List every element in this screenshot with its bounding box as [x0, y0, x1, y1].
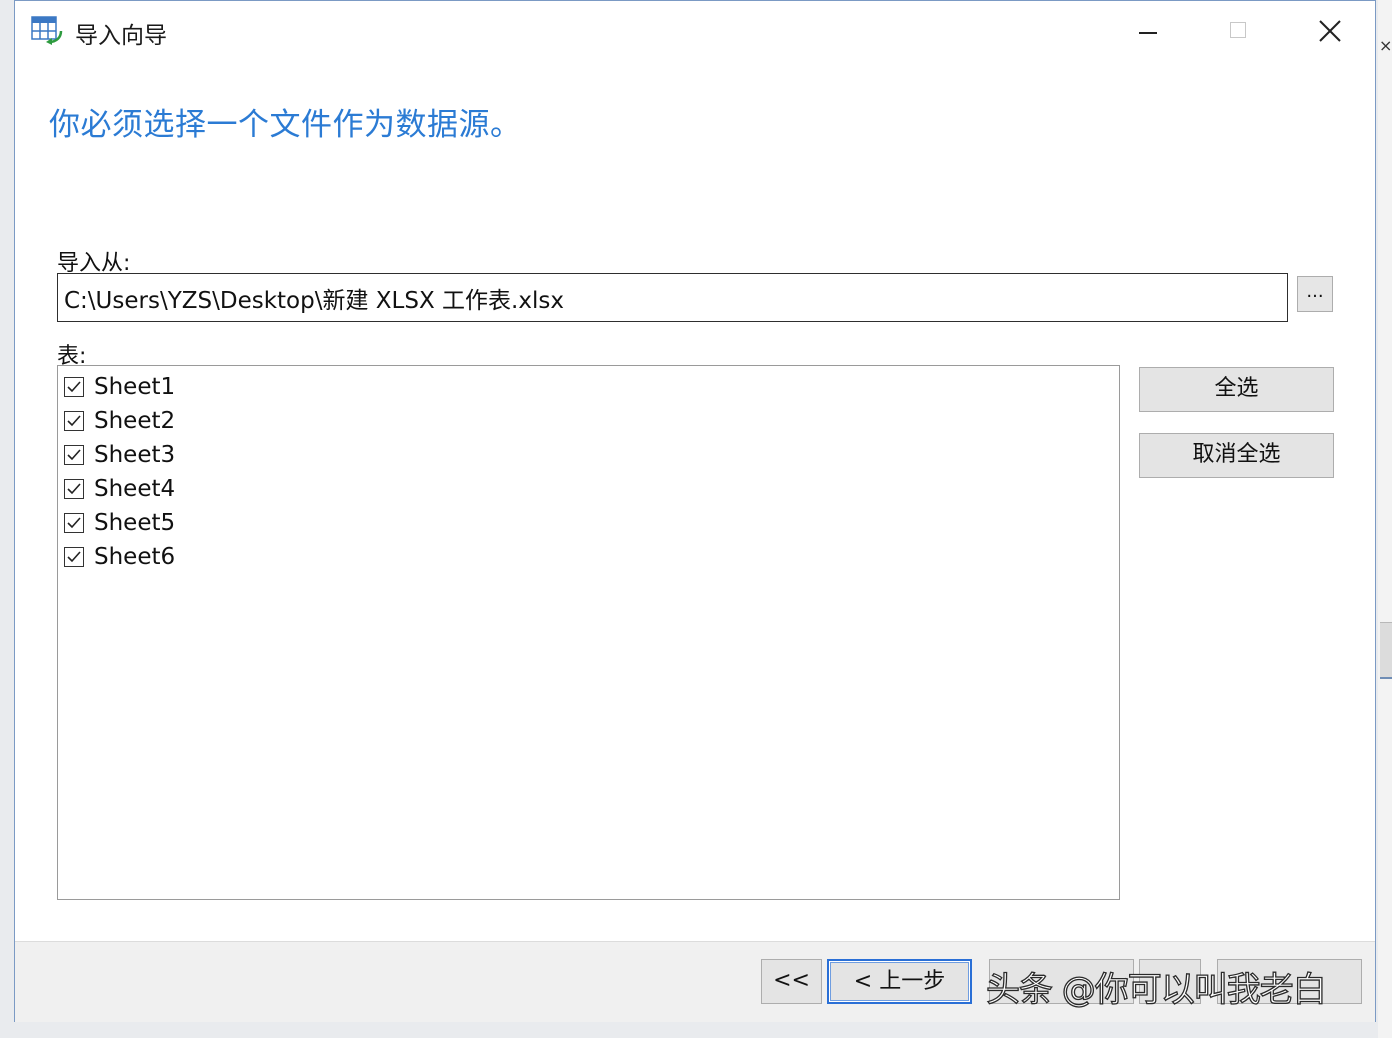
- file-path-input[interactable]: [57, 273, 1288, 322]
- minimize-button[interactable]: [1112, 9, 1184, 55]
- sheet-label: Sheet4: [94, 476, 176, 502]
- page-heading: 你必须选择一个文件作为数据源。: [49, 107, 522, 143]
- first-step-button[interactable]: <<: [761, 959, 822, 1004]
- sheet-item-4[interactable]: Sheet4: [64, 474, 175, 504]
- import-wizard-app-icon: [31, 16, 63, 45]
- sheet-list[interactable]: Sheet1 Sheet2 Sheet3 Sheet4 Sheet5 Sheet…: [57, 365, 1120, 900]
- background-window-edge: ×: [1378, 0, 1392, 1038]
- sheet-label: Sheet3: [94, 442, 176, 468]
- import-wizard-window: 导入向导 你必须选择一个文件作为数据源。 导入从: ... 表: Sheet1 …: [14, 0, 1376, 1022]
- sheet-label: Sheet6: [94, 544, 176, 570]
- sheet-label: Sheet1: [94, 374, 176, 400]
- background-close-icon: ×: [1379, 36, 1392, 55]
- previous-step-button[interactable]: < 上一步: [827, 959, 972, 1004]
- close-icon: [1319, 20, 1341, 42]
- sheet-item-3[interactable]: Sheet3: [64, 440, 175, 470]
- sheet-checkbox[interactable]: [64, 547, 84, 567]
- checkmark-icon: [67, 449, 81, 461]
- checkmark-icon: [67, 517, 81, 529]
- select-all-button[interactable]: 全选: [1139, 367, 1334, 412]
- browse-button[interactable]: ...: [1297, 276, 1333, 312]
- sheet-item-2[interactable]: Sheet2: [64, 406, 175, 436]
- watermark: 头条 @你可以叫我老白: [985, 969, 1327, 1010]
- window-title: 导入向导: [75, 23, 167, 49]
- sheet-item-1[interactable]: Sheet1: [64, 372, 175, 402]
- checkmark-icon: [67, 483, 81, 495]
- deselect-all-button[interactable]: 取消全选: [1139, 433, 1334, 478]
- maximize-button[interactable]: [1202, 9, 1274, 55]
- sheet-checkbox[interactable]: [64, 411, 84, 431]
- sheet-checkbox[interactable]: [64, 445, 84, 465]
- checkmark-icon: [67, 381, 81, 393]
- sheet-checkbox[interactable]: [64, 479, 84, 499]
- sheet-label: Sheet5: [94, 510, 176, 536]
- sheet-item-6[interactable]: Sheet6: [64, 542, 175, 572]
- sheet-checkbox[interactable]: [64, 513, 84, 533]
- checkmark-icon: [67, 551, 81, 563]
- sheet-item-5[interactable]: Sheet5: [64, 508, 175, 538]
- sheet-checkbox[interactable]: [64, 377, 84, 397]
- checkmark-icon: [67, 415, 81, 427]
- title-bar[interactable]: 导入向导: [15, 1, 1375, 63]
- close-button[interactable]: [1294, 9, 1366, 55]
- background-scroll-tab: [1380, 622, 1392, 679]
- sheet-label: Sheet2: [94, 408, 176, 434]
